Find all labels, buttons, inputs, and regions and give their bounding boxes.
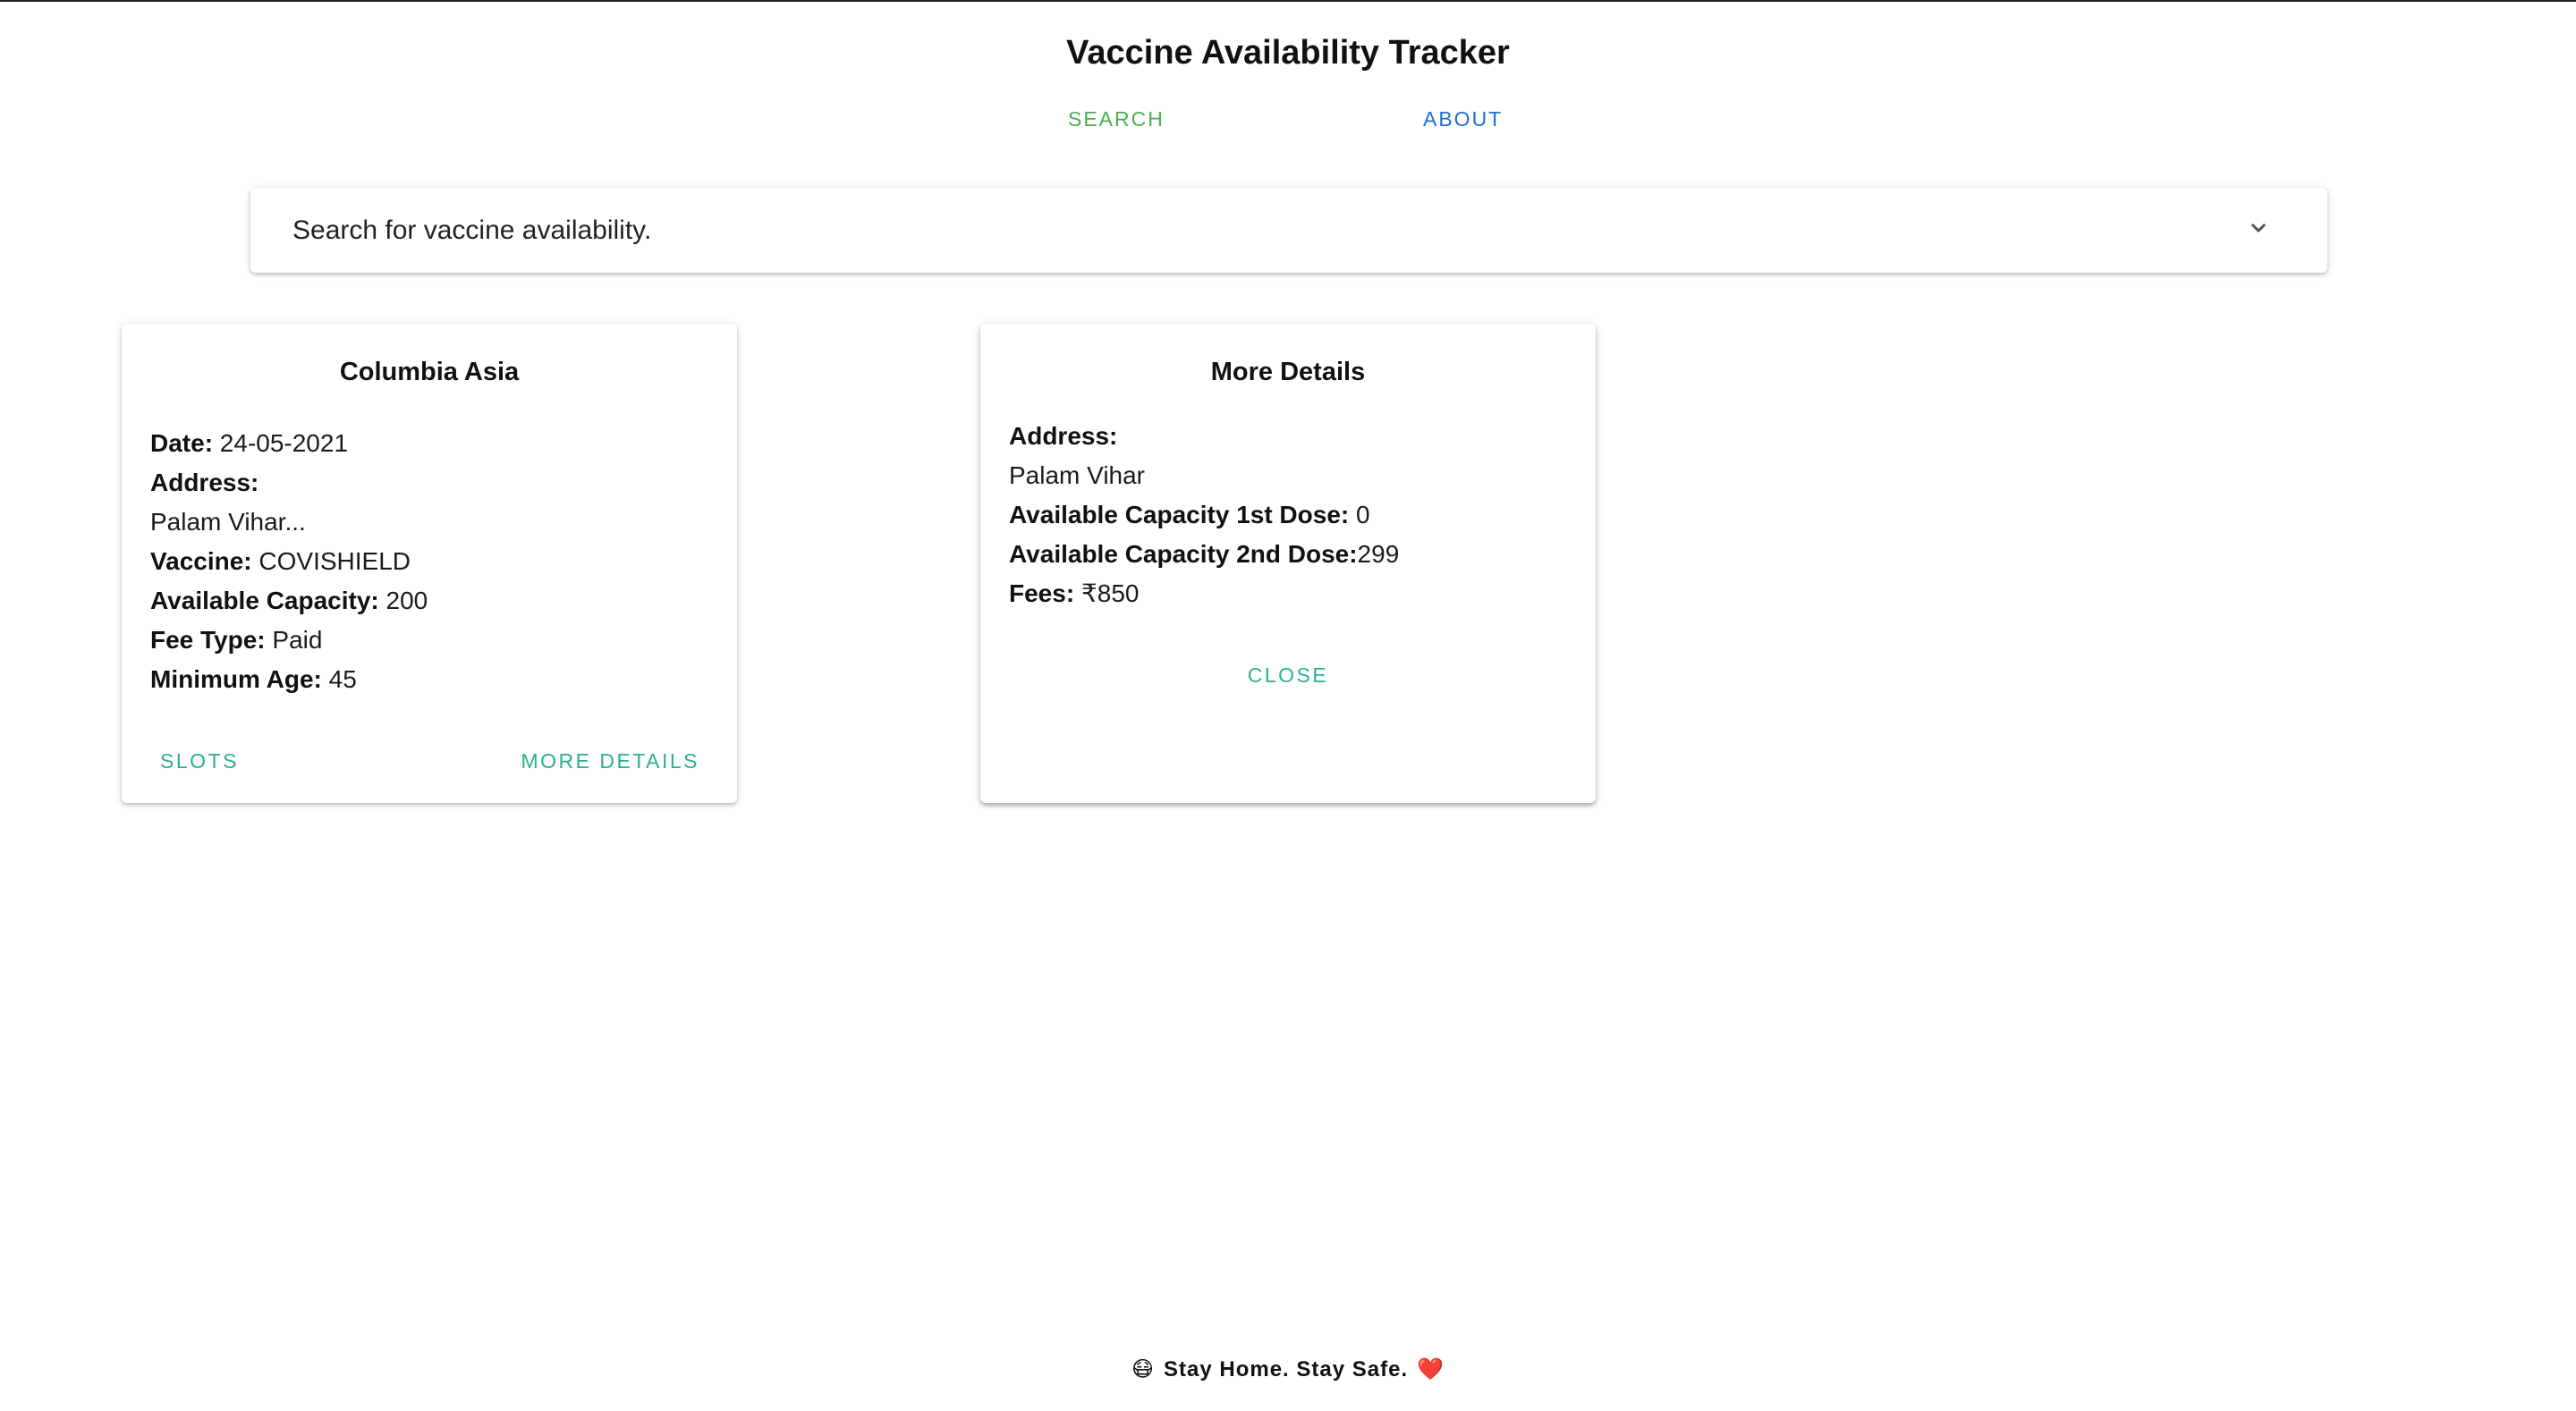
details-address-row: Address:	[1009, 417, 1399, 456]
fees-row: Fees: ₹850	[1009, 574, 1399, 613]
search-accordion-label: Search for vaccine availability.	[292, 215, 652, 245]
address-value: Palam Vihar...	[150, 508, 306, 536]
details-address-value: Palam Vihar	[1009, 461, 1146, 489]
more-details-button[interactable]: MORE DETAILS	[521, 749, 699, 773]
fee-type-value: Paid	[272, 626, 323, 654]
dose2-label: Available Capacity 2nd Dose:	[1009, 540, 1358, 568]
more-details-card: More Details Address: Palam Vihar Availa…	[980, 324, 1596, 803]
dose2-row: Available Capacity 2nd Dose:299	[1009, 535, 1399, 574]
dose1-row: Available Capacity 1st Dose: 0	[1009, 495, 1399, 535]
details-info: Address: Palam Vihar Available Capacity …	[1009, 417, 1399, 613]
search-accordion[interactable]: Search for vaccine availability.	[250, 188, 2327, 273]
vaccine-row: Vaccine: COVISHIELD	[150, 542, 428, 581]
nav-search-link[interactable]: SEARCH	[1068, 107, 1165, 131]
chevron-down-icon[interactable]	[2245, 215, 2272, 241]
heart-icon: ❤️	[1417, 1357, 1445, 1381]
page-title: Vaccine Availability Tracker	[1066, 34, 1510, 72]
dose1-value: 0	[1356, 501, 1370, 528]
capacity-row: Available Capacity: 200	[150, 581, 428, 621]
dose1-label: Available Capacity 1st Dose:	[1009, 501, 1350, 528]
fees-label: Fees:	[1009, 579, 1075, 607]
date-row: Date: 24-05-2021	[150, 424, 428, 463]
address-row: Address:	[150, 463, 428, 503]
close-button[interactable]: CLOSE	[980, 663, 1596, 688]
details-title: More Details	[1210, 358, 1366, 386]
min-age-label: Minimum Age:	[150, 665, 322, 693]
date-value: 24-05-2021	[219, 429, 349, 457]
center-name: Columbia Asia	[339, 358, 520, 386]
vaccine-value: COVISHIELD	[258, 547, 411, 575]
min-age-row: Minimum Age: 45	[150, 660, 428, 699]
footer: 😷 Stay Home. Stay Safe. ❤️	[0, 1356, 2576, 1382]
dose2-value: 299	[1357, 540, 1400, 568]
nav-bar: SEARCH ABOUT	[0, 107, 2576, 134]
nav-about-link[interactable]: ABOUT	[1423, 107, 1503, 131]
address-label: Address:	[150, 469, 259, 496]
top-border	[0, 0, 2576, 2]
slots-button[interactable]: SLOTS	[160, 749, 239, 773]
details-address-label: Address:	[1009, 422, 1118, 450]
fee-type-row: Fee Type: Paid	[150, 621, 428, 660]
min-age-value: 45	[328, 665, 357, 693]
center-info: Date: 24-05-2021 Address: Palam Vihar...…	[150, 424, 428, 699]
date-label: Date:	[150, 429, 214, 457]
fee-type-label: Fee Type:	[150, 626, 266, 654]
capacity-label: Available Capacity:	[150, 587, 379, 614]
center-card: Columbia Asia Date: 24-05-2021 Address: …	[122, 324, 737, 803]
fees-value: ₹850	[1080, 579, 1140, 607]
vaccine-label: Vaccine:	[150, 547, 252, 575]
footer-text: Stay Home. Stay Safe.	[1164, 1357, 1409, 1381]
capacity-value: 200	[386, 587, 428, 614]
mask-face-icon: 😷	[1131, 1357, 1156, 1381]
